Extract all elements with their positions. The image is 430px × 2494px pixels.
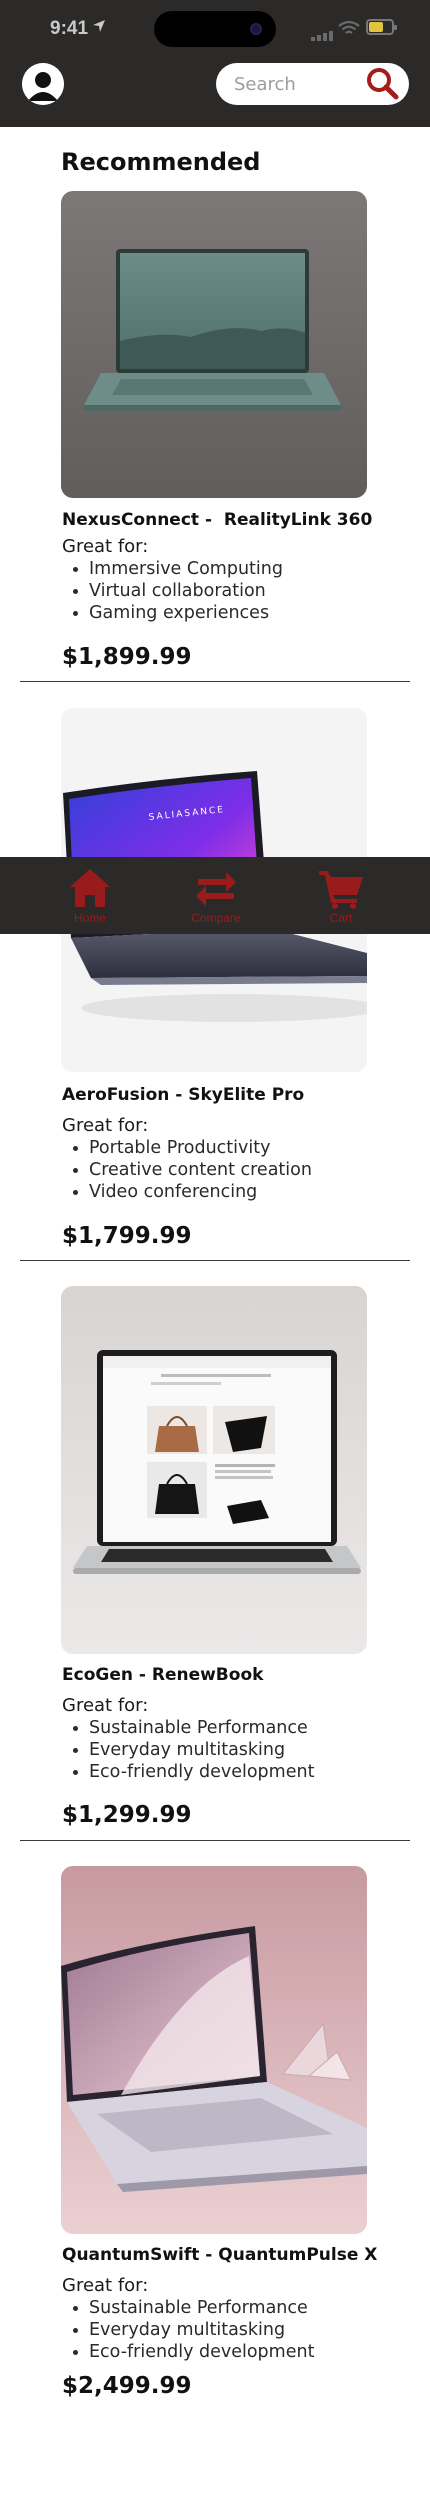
product-price: $1,799.99 bbox=[62, 1223, 192, 1249]
feature-item: Portable Productivity bbox=[62, 1137, 312, 1159]
product-name[interactable]: AeroFusion - SkyElite Pro bbox=[62, 1085, 304, 1105]
battery-icon bbox=[366, 19, 397, 35]
feature-list: Sustainable Performance Everyday multita… bbox=[62, 2297, 314, 2363]
profile-avatar[interactable] bbox=[22, 63, 64, 105]
feature-item: Gaming experiences bbox=[62, 602, 283, 624]
product-price: $2,499.99 bbox=[62, 2373, 192, 2399]
great-for-label: Great for: bbox=[62, 2275, 149, 2296]
feature-item: Sustainable Performance bbox=[62, 2297, 314, 2319]
great-for-label: Great for: bbox=[62, 1695, 149, 1716]
nav-compare-label: Compare bbox=[191, 911, 241, 925]
search-bar bbox=[216, 63, 409, 105]
location-arrow-icon bbox=[93, 20, 105, 32]
feature-item: Video conferencing bbox=[62, 1181, 312, 1203]
product-name[interactable]: EcoGen - RenewBook bbox=[62, 1665, 263, 1685]
section-title: Recommended bbox=[61, 148, 261, 176]
feature-list: Portable Productivity Creative content c… bbox=[62, 1137, 312, 1203]
nav-home[interactable]: Home bbox=[50, 867, 130, 929]
feature-item: Virtual collaboration bbox=[62, 580, 283, 602]
product-price: $1,299.99 bbox=[62, 1802, 192, 1828]
nav-cart-label: Cart bbox=[329, 911, 353, 925]
feature-item: Eco-friendly development bbox=[62, 1761, 314, 1783]
bottom-nav: Home Compare Cart bbox=[0, 857, 430, 934]
search-input[interactable] bbox=[234, 71, 364, 97]
search-button[interactable] bbox=[365, 67, 401, 101]
nav-cart[interactable]: Cart bbox=[301, 867, 381, 929]
feature-item: Immersive Computing bbox=[62, 558, 283, 580]
product-price: $1,899.99 bbox=[62, 644, 192, 670]
feature-list: Sustainable Performance Everyday multita… bbox=[62, 1717, 314, 1783]
great-for-label: Great for: bbox=[62, 536, 149, 557]
cart-icon bbox=[319, 871, 363, 909]
compare-arrows-icon bbox=[196, 872, 236, 906]
cellular-signal-icon bbox=[311, 23, 335, 41]
wifi-icon bbox=[338, 20, 360, 34]
product-name[interactable]: QuantumSwift - QuantumPulse X bbox=[62, 2245, 377, 2265]
nav-compare[interactable]: Compare bbox=[176, 867, 256, 929]
feature-item: Creative content creation bbox=[62, 1159, 312, 1181]
nav-home-label: Home bbox=[73, 911, 106, 925]
search-icon bbox=[367, 68, 399, 100]
status-time: 9:41 bbox=[50, 18, 89, 39]
app-header: 9:41 bbox=[0, 0, 430, 127]
status-bar: 9:41 bbox=[0, 0, 430, 58]
home-icon bbox=[70, 869, 110, 907]
product-image[interactable] bbox=[61, 1866, 367, 2234]
divider bbox=[20, 1840, 410, 1841]
dynamic-island bbox=[154, 11, 276, 47]
feature-item: Sustainable Performance bbox=[62, 1717, 314, 1739]
product-name[interactable]: NexusConnect - RealityLink 360 bbox=[62, 510, 372, 530]
product-image[interactable] bbox=[61, 1286, 367, 1654]
product-image[interactable] bbox=[61, 191, 367, 498]
feature-list: Immersive Computing Virtual collaboratio… bbox=[62, 558, 283, 624]
user-icon bbox=[22, 63, 64, 105]
feature-item: Eco-friendly development bbox=[62, 2341, 314, 2363]
feature-item: Everyday multitasking bbox=[62, 1739, 314, 1761]
feature-item: Everyday multitasking bbox=[62, 2319, 314, 2341]
divider bbox=[20, 681, 410, 682]
great-for-label: Great for: bbox=[62, 1115, 149, 1136]
divider bbox=[20, 1260, 410, 1261]
